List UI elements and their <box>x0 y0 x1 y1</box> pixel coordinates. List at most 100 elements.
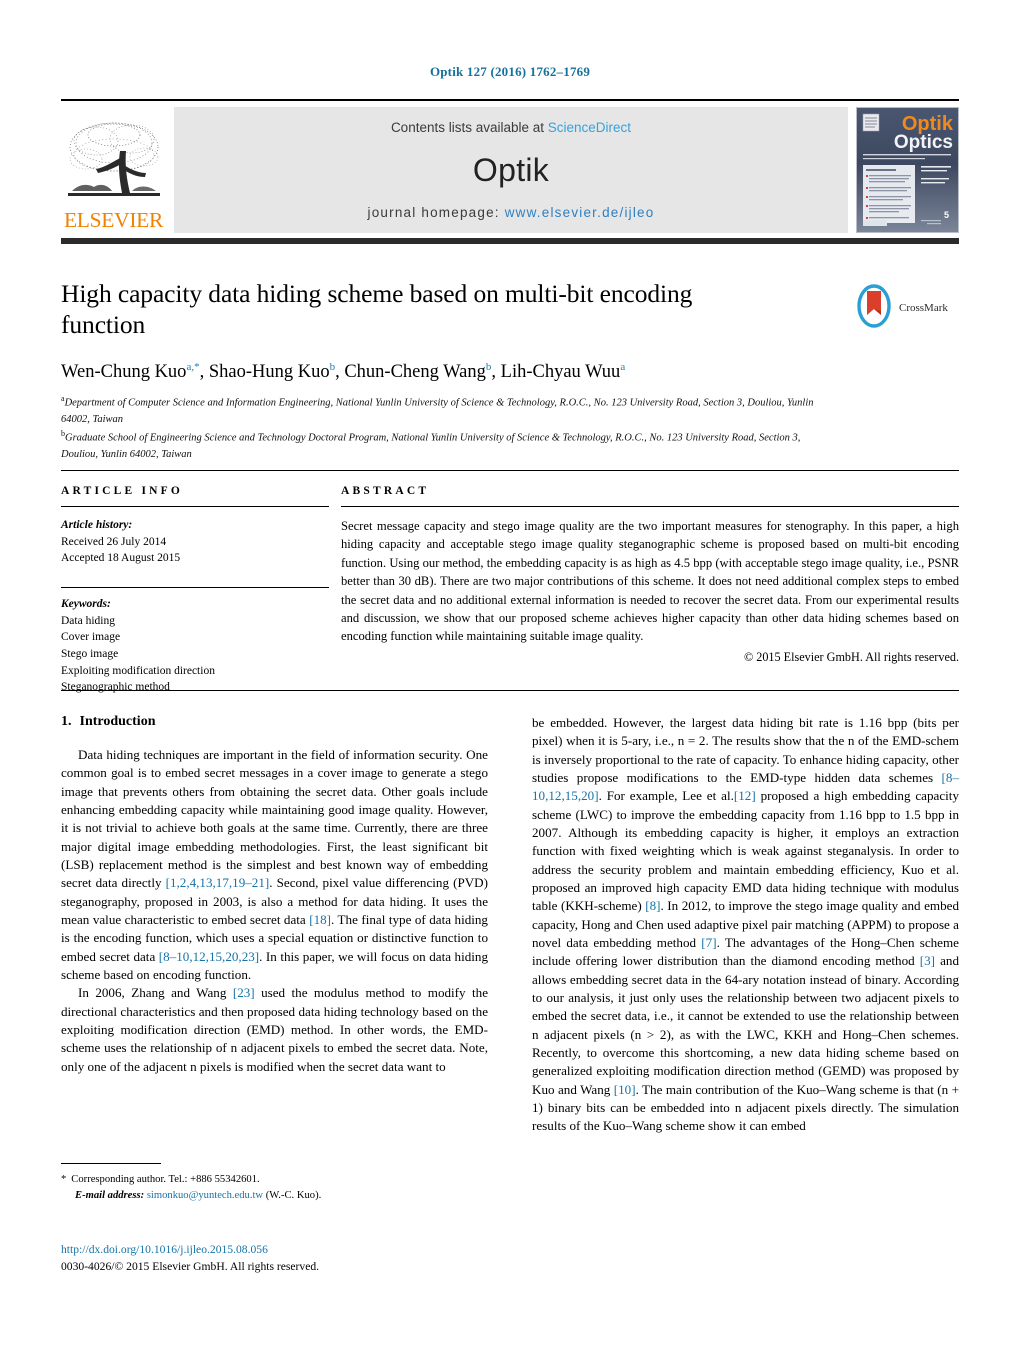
author-name: Chun-Cheng Wang <box>344 362 486 383</box>
author-item: Shao-Hung Kuob <box>208 361 335 383</box>
email-label: E-mail address: <box>75 1189 145 1201</box>
citation-ref[interactable]: [1,2,4,13,17,19–21] <box>166 875 270 890</box>
elsevier-tree-icon <box>66 117 162 209</box>
elsevier-wordmark: ELSEVIER <box>63 207 164 232</box>
abstract-body: Secret message capacity and stego image … <box>341 519 959 644</box>
affiliation-item: aDepartment of Computer Science and Info… <box>61 393 821 428</box>
sciencedirect-link[interactable]: ScienceDirect <box>548 120 631 135</box>
running-head: Optik 127 (2016) 1762–1769 <box>429 64 591 79</box>
author-marks: a,* <box>186 361 200 374</box>
abstract-heading: ABSTRACT <box>341 485 430 497</box>
footnote-divider <box>61 1163 161 1164</box>
citation-ref[interactable]: [10] <box>614 1082 636 1097</box>
text-run: Data hiding techniques are important in … <box>61 747 488 891</box>
keywords-divider <box>61 587 329 589</box>
crossmark-icon <box>854 283 894 333</box>
footnote-marker: * <box>61 1174 67 1185</box>
body-top-rule <box>61 690 959 691</box>
right-column: be embedded. However, the largest data h… <box>532 714 959 1136</box>
journal-cover-thumbnail[interactable]: Optik Optics 5 <box>856 107 959 233</box>
article-info-heading: ARTICLE INFO <box>61 485 184 497</box>
article-history-label: Article history: <box>61 519 133 531</box>
article-info-divider <box>61 506 329 507</box>
contents-prefix: Contents lists available at <box>390 120 548 135</box>
affiliation-text: Department of Computer Science and Infor… <box>61 397 814 426</box>
corresponding-author-note: * Corresponding author. Tel.: +886 553426… <box>61 1172 488 1188</box>
paragraph: be embedded. However, the largest data h… <box>532 714 959 1136</box>
author-name: Wen-Chung Kuo <box>61 362 187 383</box>
crossmark-badge[interactable]: CrossMark <box>854 283 959 333</box>
keyword-item: Cover image <box>61 631 121 644</box>
contents-list-line: Contents lists available at ScienceDirec… <box>391 120 631 135</box>
keyword-item: Stego image <box>61 648 119 661</box>
journal-title: Optik <box>472 152 550 188</box>
author-sep: , <box>335 362 345 383</box>
doi-link[interactable]: http://dx.doi.org/10.1016/j.ijleo.2015.0… <box>61 1241 561 1258</box>
author-name: Lih-Chyau Wuu <box>500 362 621 383</box>
journal-homepage-line: journal homepage: www.elsevier.de/ijleo <box>368 205 655 220</box>
article-history-received: Received 26 July 2014 <box>61 535 167 548</box>
keywords-group: Keywords: Data hiding Cover image Stego … <box>61 596 329 696</box>
citation-ref[interactable]: [23] <box>233 985 255 1000</box>
keyword-item: Exploiting modification direction <box>61 664 215 677</box>
citation-ref[interactable]: [3] <box>920 953 935 968</box>
abstract-copyright: © 2015 Elsevier GmbH. All rights reserve… <box>743 649 959 664</box>
body-columns: 1. Introduction Data hiding techniques ar… <box>61 714 959 1136</box>
email-suffix: (W.-C. Kuo). <box>265 1189 322 1201</box>
affiliation-item: bGraduate School of Engineering Science … <box>61 428 821 463</box>
paragraph: Data hiding techniques are important in … <box>61 746 488 984</box>
section-heading: 1. Introduction <box>61 714 488 730</box>
author-list: Wen-Chung Kuoa,*, Shao-Hung Kuob, Chun-C… <box>61 360 959 384</box>
article-info-column: ARTICLE INFO Article history: Received 2… <box>61 485 329 696</box>
corresponding-author-text: Corresponding author. Tel.: +886 5534260… <box>71 1174 260 1185</box>
citation-ref[interactable]: [8] <box>645 898 660 913</box>
doi-block: http://dx.doi.org/10.1016/j.ijleo.2015.0… <box>61 1241 561 1276</box>
footnote-block: * Corresponding author. Tel.: +886 553426… <box>61 1163 488 1204</box>
text-run: and allows embedding secret data in the … <box>532 953 959 1097</box>
abstract-divider <box>341 506 959 507</box>
affiliation-list: aDepartment of Computer Science and Info… <box>61 393 821 463</box>
text-run: proposed a high embedding capacity schem… <box>532 788 959 914</box>
journal-homepage-link[interactable]: www.elsevier.de/ijleo <box>505 205 655 220</box>
citation-ref[interactable]: [8–10,12,15,20,23] <box>159 949 259 964</box>
author-item: Wen-Chung Kuoa,* <box>61 361 200 383</box>
section-title: Introduction <box>79 714 156 729</box>
abstract-column: ABSTRACT Secret message capacity and ste… <box>329 485 959 696</box>
citation-ref[interactable]: [7] <box>701 935 716 950</box>
article-history-accepted: Accepted 18 August 2015 <box>61 552 181 565</box>
left-column: 1. Introduction Data hiding techniques ar… <box>61 714 488 1136</box>
keyword-item: Data hiding <box>61 614 115 627</box>
elsevier-logo: ELSEVIER <box>61 107 166 233</box>
citation-ref[interactable]: [18] <box>309 912 331 927</box>
text-run: In 2006, Zhang and Wang <box>78 985 233 1001</box>
info-abstract-region: ARTICLE INFO Article history: Received 2… <box>61 470 959 696</box>
paper-page: Optik 127 (2016) 1762–1769 ELSEVIER Cont… <box>0 0 1020 1351</box>
affiliation-text: Graduate School of Engineering Science a… <box>61 432 801 461</box>
issn-copyright-line: 0030-4026/© 2015 Elsevier GmbH. All righ… <box>61 1260 320 1274</box>
author-item: Lih-Chyau Wuua <box>500 361 626 383</box>
text-run: . For example, Lee et al. <box>598 788 734 804</box>
keywords-label: Keywords: <box>61 598 111 611</box>
title-block: High capacity data hiding scheme based o… <box>61 278 959 463</box>
author-sep: , <box>199 362 209 383</box>
author-sep: , <box>491 362 501 383</box>
author-item: Chun-Cheng Wangb <box>344 361 491 383</box>
email-note: E-mail address: simonkuo@yuntech.edu.tw … <box>61 1188 488 1204</box>
author-marks: a <box>620 361 626 374</box>
citation-ref[interactable]: [12] <box>734 788 756 803</box>
email-link[interactable]: simonkuo@yuntech.edu.tw <box>147 1190 263 1201</box>
author-name: Shao-Hung Kuo <box>208 362 330 383</box>
masthead-bottom-rule <box>61 238 959 244</box>
paragraph: In 2006, Zhang and Wang [23] used the mo… <box>61 984 488 1076</box>
journal-band: Contents lists available at ScienceDirec… <box>174 107 848 233</box>
svg-text:Optics: Optics <box>894 132 953 153</box>
homepage-prefix: journal homepage: <box>367 205 505 220</box>
page-title: High capacity data hiding scheme based o… <box>61 279 693 340</box>
svg-text:5: 5 <box>944 210 949 220</box>
keyword-item: Steganographic method <box>61 681 170 694</box>
crossmark-label: CrossMark <box>899 302 948 314</box>
article-history-group: Article history: Received 26 July 2014 A… <box>61 517 329 567</box>
text-run: be embedded. However, the largest data h… <box>532 715 959 785</box>
section-number: 1. <box>61 714 72 729</box>
